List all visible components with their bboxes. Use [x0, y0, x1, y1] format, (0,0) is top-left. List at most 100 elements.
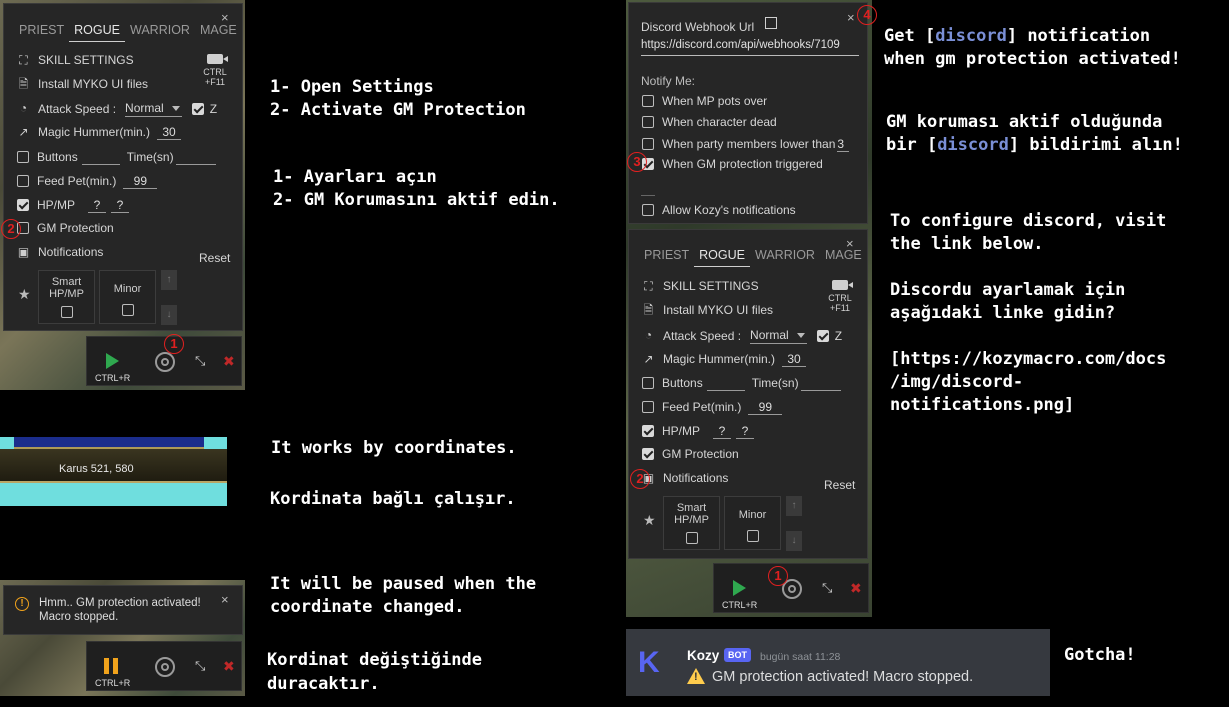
smart-hpmp-card[interactable]: Smart HP/MP	[38, 270, 95, 324]
docs-link-2[interactable]: /img/discord-	[890, 371, 1023, 394]
hpmp-checkbox-2[interactable]	[642, 425, 654, 437]
pause-icon[interactable]	[103, 658, 119, 674]
opt-mp-checkbox[interactable]	[642, 95, 654, 107]
skill-settings-row[interactable]: ⛶ SKILL SETTINGS	[17, 53, 133, 67]
notifications-row[interactable]: ▣ Notifications	[17, 245, 104, 259]
opt-party-checkbox[interactable]	[642, 138, 654, 150]
magic-hummer-row-2: ↗ Magic Hummer(min.) 30	[642, 351, 807, 367]
hp-threshold-input-2[interactable]: ?	[713, 423, 732, 439]
mp-threshold-input-2[interactable]: ?	[736, 423, 755, 439]
message-time: bugün saat 11:28	[760, 651, 841, 663]
tab-priest[interactable]: PRIEST	[14, 20, 69, 42]
opt-dead-checkbox[interactable]	[642, 116, 654, 128]
feed-pet-input-2[interactable]: 99	[748, 399, 783, 415]
reset-button[interactable]: Reset	[199, 251, 230, 265]
tab-mage-2[interactable]: MAGE	[820, 245, 867, 267]
buttons-input[interactable]	[81, 149, 120, 165]
shortcut-f11: +F11	[204, 77, 226, 87]
external-link-icon[interactable]	[765, 17, 777, 29]
z-checkbox[interactable]	[191, 102, 204, 115]
tab-rogue[interactable]: ROGUE	[69, 20, 125, 42]
gm-protection-target-icon[interactable]	[155, 352, 175, 372]
gm-protection-label: GM Protection	[37, 221, 114, 235]
magic-hummer-input-2[interactable]: 30	[782, 351, 807, 367]
z-checkbox-2[interactable]	[816, 329, 829, 342]
close-icon[interactable]: ×	[221, 10, 229, 25]
smart-label-2: Smart	[676, 502, 707, 514]
play-icon-2[interactable]	[733, 580, 746, 596]
buttons-checkbox[interactable]	[17, 151, 29, 163]
opt-kozy-row[interactable]: Allow Kozy's notifications	[642, 203, 796, 217]
opt-gm-row[interactable]: When GM protection triggered	[642, 157, 823, 171]
gm-protection-row-2[interactable]: GM Protection	[642, 447, 739, 461]
install-ui-row[interactable]: 🗎 Install MYKO UI files	[17, 77, 148, 91]
gm-protection-checkbox-2[interactable]	[642, 448, 654, 460]
feed-pet-checkbox[interactable]	[17, 175, 29, 187]
feed-pet-checkbox-2[interactable]	[642, 401, 654, 413]
smart-hpmp-card-2[interactable]: Smart HP/MP	[663, 496, 720, 550]
play-icon[interactable]	[106, 353, 119, 369]
tab-priest-2[interactable]: PRIEST	[639, 245, 694, 267]
time-input[interactable]	[175, 149, 216, 165]
opt-party-row[interactable]: When party members lower than 3	[642, 136, 850, 152]
screenshot-shortcut-2[interactable]: CTRL +F11	[827, 280, 853, 313]
minor-card-2[interactable]: Minor	[724, 496, 781, 550]
buttons-row-2: Buttons Time(sn)	[642, 375, 841, 391]
smart-hpmp-checkbox-2[interactable]	[685, 532, 698, 544]
gm-protection-row[interactable]: GM Protection	[17, 221, 114, 235]
opt-kozy-checkbox[interactable]	[642, 204, 654, 216]
minor-checkbox-2[interactable]	[746, 530, 759, 542]
buttons-checkbox-2[interactable]	[642, 377, 654, 389]
screenshot-shortcut[interactable]: CTRL +F11	[202, 54, 228, 87]
stop-icon-2[interactable]: ✖	[850, 580, 862, 597]
star-icon[interactable]: ★	[18, 286, 31, 303]
paused-target-icon[interactable]	[155, 657, 175, 677]
hp-threshold-input[interactable]: ?	[88, 197, 107, 213]
opt-party-input[interactable]: 3	[837, 136, 850, 152]
move-down-button[interactable]: ↓	[161, 305, 177, 325]
reset-button-2[interactable]: Reset	[824, 478, 855, 492]
docs-link-3[interactable]: notifications.png]	[890, 394, 1074, 417]
move-up-button[interactable]: ↑	[161, 270, 177, 290]
install-ui-row-2[interactable]: 🗎 Install MYKO UI files	[642, 303, 773, 317]
minor-card[interactable]: Minor	[99, 270, 156, 324]
settings-panel: PRIEST ROGUE WARRIOR MAGE × ⛶ SKILL SETT…	[3, 3, 243, 331]
close-icon-2[interactable]: ×	[846, 236, 854, 251]
stop-icon[interactable]: ✖	[223, 353, 235, 370]
attack-speed-value-2: Normal	[750, 328, 789, 342]
docs-link-1[interactable]: [https://kozymacro.com/docs	[890, 348, 1166, 371]
notifications-row-2[interactable]: ▣ Notifications	[642, 471, 729, 485]
tab-warrior-2[interactable]: WARRIOR	[750, 245, 820, 267]
opt-dead-row[interactable]: When character dead	[642, 115, 777, 129]
skill-settings-row-2[interactable]: ⛶ SKILL SETTINGS	[642, 279, 758, 293]
toast-close-icon[interactable]: ×	[221, 592, 229, 607]
opt-mp-row[interactable]: When MP pots over	[642, 94, 767, 108]
webhook-close-icon[interactable]: ×	[847, 10, 855, 25]
author-name[interactable]: Kozy	[687, 648, 719, 663]
config-tr-1: Discordu ayarlamak için	[890, 280, 1126, 300]
tab-warrior[interactable]: WARRIOR	[125, 20, 195, 42]
feed-pet-input[interactable]: 99	[123, 173, 158, 189]
hpmp-checkbox[interactable]	[17, 199, 29, 211]
chevron-down-icon-2	[796, 332, 805, 338]
mp-threshold-input[interactable]: ?	[111, 197, 130, 213]
attack-speed-select[interactable]: Normal	[125, 100, 182, 117]
paused-minimize-icon[interactable]: ⤡	[195, 658, 205, 674]
move-up-button-2[interactable]: ↑	[786, 496, 802, 516]
minimize-icon-2[interactable]: ⤡	[822, 580, 832, 596]
minimize-icon[interactable]: ⤡	[195, 353, 205, 369]
star-icon-2[interactable]: ★	[643, 512, 656, 529]
tab-rogue-2[interactable]: ROGUE	[694, 245, 750, 267]
minor-checkbox[interactable]	[121, 304, 134, 316]
time-input-2[interactable]	[800, 375, 841, 391]
wand-icon: ↗	[18, 124, 29, 139]
buttons-input-2[interactable]	[706, 375, 745, 391]
attack-speed-select-2[interactable]: Normal	[750, 327, 807, 344]
magic-hummer-input[interactable]: 30	[157, 124, 182, 140]
move-down-button-2[interactable]: ↓	[786, 531, 802, 551]
tab-mage[interactable]: MAGE	[195, 20, 242, 42]
webhook-url-input[interactable]: https://discord.com/api/webhooks/7109	[641, 39, 859, 56]
paused-stop-icon[interactable]: ✖	[223, 658, 235, 675]
smart-hpmp-checkbox[interactable]	[60, 306, 73, 318]
attack-speed-row: ◔ Attack Speed : Normal Z	[17, 100, 217, 117]
